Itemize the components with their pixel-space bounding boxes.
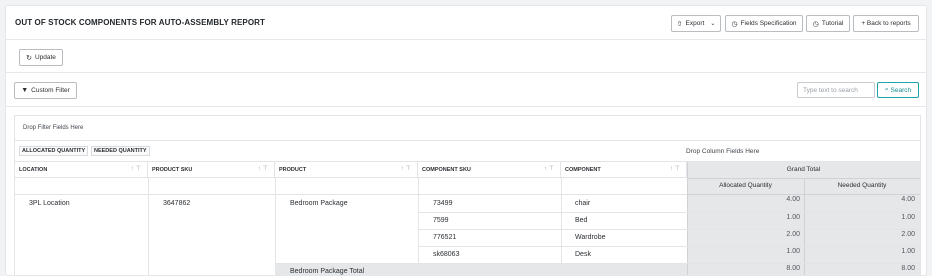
- row-header-component-sku-label: COMPONENT SKU: [422, 167, 471, 173]
- row-header-product-sku[interactable]: PRODUCT SKU ↑⊤: [148, 162, 275, 178]
- fields-specification-button[interactable]: ◷ Fields Specification: [725, 15, 803, 32]
- divider: [804, 178, 805, 275]
- needed-quantity-cell: 4.00: [901, 196, 915, 203]
- search-icon: ⌕: [884, 86, 889, 93]
- component-cell: Wardrobe: [575, 234, 606, 241]
- sort-filter-icon[interactable]: ↑⊤: [258, 165, 270, 172]
- component-sku-cell: sk68063: [433, 251, 460, 258]
- chevron-down-icon: ⌄: [710, 21, 716, 27]
- back-to-reports-label: + Back to reports: [861, 20, 911, 27]
- data-fields-header: ALLOCATED QUANTITY NEEDED QUANTITY Drop …: [15, 141, 920, 162]
- row-header-location[interactable]: LOCATION ↑⊤: [15, 162, 148, 178]
- component-cell: chair: [575, 200, 591, 207]
- allocated-quantity-cell: 1.00: [786, 214, 800, 221]
- search-input[interactable]: Type text to search: [797, 82, 875, 98]
- drop-filter-area[interactable]: Drop Filter Fields Here: [15, 116, 920, 141]
- location-cell: 3PL Location: [29, 200, 70, 207]
- search-button[interactable]: ⌕ Search: [877, 82, 919, 98]
- export-button[interactable]: ⇧ Export ⌄: [671, 15, 721, 32]
- update-row: ↻ Update: [6, 41, 926, 73]
- refresh-icon: ↻: [26, 54, 32, 62]
- fields-specification-label: Fields Specification: [740, 20, 797, 27]
- row-header-location-label: LOCATION: [19, 167, 48, 173]
- pivot-grid: Drop Filter Fields Here ALLOCATED QUANTI…: [14, 115, 921, 275]
- value-header-needed: Needed Quantity: [837, 182, 887, 189]
- clock-icon: ◷: [812, 20, 819, 28]
- product-sku-cell: 3647862: [163, 200, 191, 207]
- allocated-quantity-cell: 4.00: [786, 196, 800, 203]
- sort-filter-icon[interactable]: ↑⊤: [670, 165, 682, 172]
- sort-filter-icon[interactable]: ↑⊤: [401, 165, 413, 172]
- needed-quantity-cell: 1.00: [901, 248, 915, 255]
- row-header-product-label: PRODUCT: [279, 167, 307, 173]
- divider: [687, 194, 920, 195]
- divider: [418, 229, 920, 230]
- back-to-reports-button[interactable]: + Back to reports: [853, 15, 919, 32]
- sort-filter-icon[interactable]: ↑⊤: [131, 165, 143, 172]
- divider: [418, 178, 419, 275]
- component-cell: Bed: [575, 217, 588, 224]
- divider: [15, 194, 687, 195]
- drop-column-area[interactable]: Drop Column Fields Here: [686, 148, 759, 155]
- divider: [418, 212, 920, 213]
- value-header-allocated: Allocated Quantity: [719, 182, 772, 189]
- row-header-product[interactable]: PRODUCT ↑⊤: [275, 162, 418, 178]
- export-label: Export: [685, 20, 705, 27]
- page-title: OUT OF STOCK COMPONENTS FOR AUTO-ASSEMBL…: [15, 18, 266, 27]
- filter-row: ▼ Custom Filter Type text to search ⌕ Se…: [6, 74, 926, 107]
- clock-icon: ◷: [731, 20, 738, 28]
- allocated-quantity-total: 8.00: [786, 265, 800, 272]
- search-label: Search: [890, 86, 912, 94]
- data-field-needed-quantity[interactable]: NEEDED QUANTITY: [91, 146, 150, 156]
- product-cell: Bedroom Package: [290, 200, 348, 207]
- custom-filter-label: Custom Filter: [31, 87, 70, 94]
- funnel-icon: ▼: [21, 87, 29, 94]
- component-cell: Desk: [575, 251, 591, 258]
- report-header: OUT OF STOCK COMPONENTS FOR AUTO-ASSEMBL…: [6, 6, 926, 40]
- allocated-quantity-cell: 1.00: [786, 248, 800, 255]
- update-label: Update: [34, 54, 56, 61]
- row-header-component-sku[interactable]: COMPONENT SKU ↑⊤: [418, 162, 561, 178]
- component-sku-cell: 7599: [433, 217, 449, 224]
- component-sku-cell: 776521: [433, 234, 457, 241]
- custom-filter-button[interactable]: ▼ Custom Filter: [14, 82, 77, 99]
- divider: [148, 178, 149, 275]
- allocated-quantity-cell: 2.00: [786, 231, 800, 238]
- row-header-component-label: COMPONENT: [565, 167, 601, 173]
- row-header-component[interactable]: COMPONENT ↑⊤: [561, 162, 687, 178]
- row-header-product-sku-label: PRODUCT SKU: [152, 167, 193, 173]
- component-sku-cell: 73499: [433, 200, 453, 207]
- needed-quantity-total: 8.00: [901, 265, 915, 272]
- tutorial-label: Tutorial: [821, 20, 844, 27]
- divider: [275, 178, 276, 275]
- needed-quantity-cell: 2.00: [901, 231, 915, 238]
- update-button[interactable]: ↻ Update: [19, 49, 63, 66]
- product-total-label: Bedroom Package Total: [290, 268, 365, 275]
- report-card: OUT OF STOCK COMPONENTS FOR AUTO-ASSEMBL…: [5, 5, 927, 276]
- upload-icon: ⇧: [676, 20, 683, 28]
- sort-filter-icon[interactable]: ↑⊤: [544, 165, 556, 172]
- tutorial-button[interactable]: ◷ Tutorial: [806, 15, 850, 32]
- divider: [561, 178, 562, 275]
- grand-total-header: Grand Total: [786, 166, 821, 173]
- divider: [418, 246, 920, 247]
- data-field-allocated-quantity[interactable]: ALLOCATED QUANTITY: [19, 146, 89, 156]
- needed-quantity-cell: 1.00: [901, 214, 915, 221]
